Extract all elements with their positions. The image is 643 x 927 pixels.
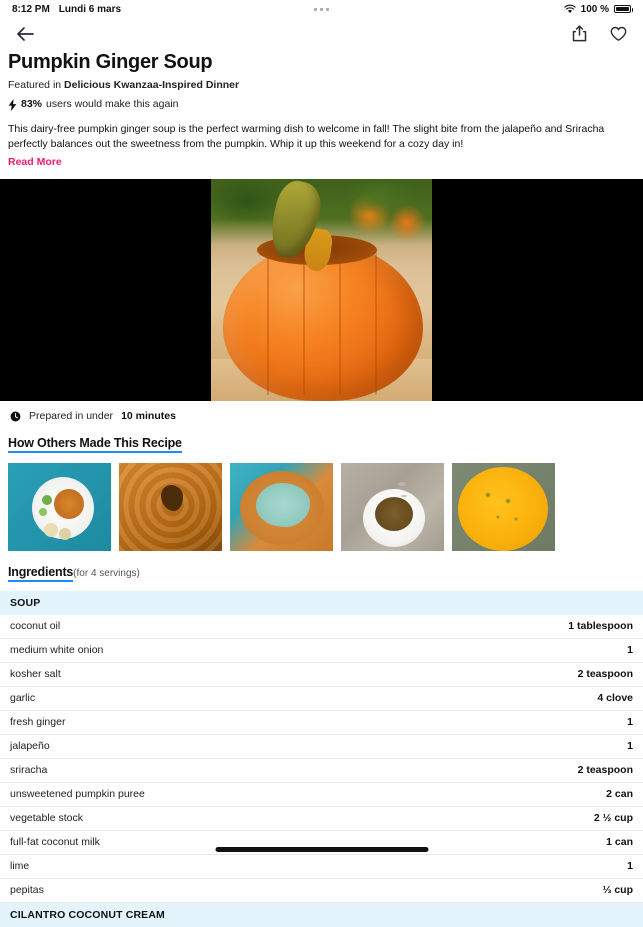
rating-row: 83% users would make this again bbox=[8, 98, 635, 111]
ingredient-row[interactable]: medium white onion 1 bbox=[0, 639, 643, 663]
read-more-link[interactable]: Read More bbox=[8, 156, 62, 168]
rating-label: users would make this again bbox=[46, 98, 179, 110]
community-heading: How Others Made This Recipe bbox=[8, 436, 182, 453]
recipe-header: Pumpkin Ginger Soup Featured in Deliciou… bbox=[0, 50, 643, 170]
servings-label: (for 4 servings) bbox=[73, 568, 140, 579]
ingredient-name: fresh ginger bbox=[10, 716, 66, 728]
ingredient-row[interactable]: lime 1 bbox=[0, 855, 643, 879]
rating-percent: 83% bbox=[21, 98, 43, 110]
prep-time-prefix: Prepared in under bbox=[29, 410, 114, 422]
lightning-bolt-icon bbox=[8, 98, 17, 111]
battery-full-icon bbox=[614, 5, 633, 13]
ingredients-heading: Ingredients bbox=[8, 565, 73, 582]
featured-prefix: Featured in bbox=[8, 79, 65, 91]
ingredient-row[interactable]: sriracha 2 teaspoon bbox=[0, 759, 643, 783]
favorite-button[interactable] bbox=[607, 23, 629, 45]
ingredient-amount: 1 bbox=[627, 740, 633, 752]
wifi-icon bbox=[563, 4, 576, 14]
ingredient-amount: ⅓ cup bbox=[602, 884, 633, 896]
back-button[interactable] bbox=[14, 23, 36, 45]
hero-image bbox=[211, 179, 432, 401]
status-bar-right: 100 % bbox=[563, 3, 633, 15]
ingredient-amount: 1 can bbox=[606, 836, 633, 848]
prep-time-row: Prepared in under 10 minutes bbox=[0, 401, 643, 422]
user-photo-1[interactable] bbox=[8, 463, 111, 551]
status-bar-left: 8:12 PM Lundi 6 mars bbox=[12, 4, 121, 15]
ingredient-amount: 1 bbox=[627, 716, 633, 728]
ingredient-amount: 1 tablespoon bbox=[568, 620, 633, 632]
prep-time-value: 10 minutes bbox=[121, 410, 176, 422]
ingredient-row[interactable]: pepitas ⅓ cup bbox=[0, 879, 643, 903]
ingredient-row[interactable]: vegetable stock 2 ½ cup bbox=[0, 807, 643, 831]
ingredient-amount: 1 bbox=[627, 644, 633, 656]
user-photo-4[interactable] bbox=[341, 463, 444, 551]
ingredient-amount: 4 clove bbox=[597, 692, 633, 704]
clock-icon bbox=[10, 411, 21, 421]
ingredient-name: vegetable stock bbox=[10, 812, 83, 824]
ingredient-name: medium white onion bbox=[10, 644, 104, 656]
battery-percent: 100 % bbox=[580, 3, 609, 15]
ingredient-amount: 1 bbox=[627, 860, 633, 872]
ingredient-name: garlic bbox=[10, 692, 36, 704]
ingredient-name: jalapeño bbox=[10, 740, 50, 752]
ingredient-amount: 2 can bbox=[606, 788, 633, 800]
recipe-description: This dairy-free pumpkin ginger soup is t… bbox=[8, 123, 605, 150]
community-section: How Others Made This Recipe bbox=[0, 422, 643, 551]
ingredient-name: coconut oil bbox=[10, 620, 61, 632]
hero-video-player[interactable] bbox=[0, 179, 643, 401]
status-date: Lundi 6 mars bbox=[58, 3, 122, 15]
ingredients-table: SOUP coconut oil 1 tablespoon medium white … bbox=[0, 591, 643, 927]
ingredient-row[interactable]: jalapeño 1 bbox=[0, 735, 643, 759]
page-title: Pumpkin Ginger Soup bbox=[8, 51, 213, 73]
home-indicator[interactable] bbox=[215, 847, 428, 852]
arrow-left-icon bbox=[17, 26, 34, 41]
heart-outline-icon bbox=[610, 26, 626, 41]
ingredients-section: Ingredients (for 4 servings) SOUP coconut… bbox=[0, 565, 643, 927]
navigation-actions bbox=[568, 23, 629, 45]
ingredient-name: full-fat coconut milk bbox=[10, 836, 100, 848]
ingredient-row[interactable]: garlic 4 clove bbox=[0, 687, 643, 711]
ingredient-name: sriracha bbox=[10, 764, 48, 776]
ingredient-name: lime bbox=[10, 860, 30, 872]
status-time: 8:12 PM bbox=[12, 3, 50, 15]
status-bar: 8:12 PM Lundi 6 mars 100 % bbox=[0, 0, 643, 18]
ingredient-row[interactable]: kosher salt 2 teaspoon bbox=[0, 663, 643, 687]
ingredient-row[interactable]: coconut oil 1 tablespoon bbox=[0, 615, 643, 639]
featured-in: Featured in Delicious Kwanzaa-Inspired D… bbox=[8, 79, 635, 92]
ingredients-heading-row: Ingredients (for 4 servings) bbox=[8, 565, 643, 582]
ingredient-name: unsweetened pumpkin puree bbox=[10, 788, 145, 800]
ingredient-row[interactable]: fresh ginger 1 bbox=[0, 711, 643, 735]
featured-collection-link[interactable]: Delicious Kwanzaa-Inspired Dinner bbox=[64, 79, 239, 91]
ingredient-name: pepitas bbox=[10, 884, 44, 896]
share-icon bbox=[572, 25, 586, 42]
ingredient-amount: 2 teaspoon bbox=[577, 764, 633, 776]
user-photo-3[interactable] bbox=[230, 463, 333, 551]
user-photo-2[interactable] bbox=[119, 463, 222, 551]
ingredient-name: kosher salt bbox=[10, 668, 61, 680]
navigation-bar bbox=[0, 18, 643, 49]
share-button[interactable] bbox=[568, 23, 590, 45]
ingredient-section-header: CILANTRO COCONUT CREAM bbox=[0, 903, 643, 927]
user-photo-5[interactable] bbox=[452, 463, 555, 551]
community-thumbnail-strip[interactable] bbox=[0, 453, 643, 551]
ingredient-amount: 2 ½ cup bbox=[593, 812, 633, 824]
three-dots-icon bbox=[314, 7, 329, 11]
ingredient-row[interactable]: unsweetened pumpkin puree 2 can bbox=[0, 783, 643, 807]
ingredient-amount: 2 teaspoon bbox=[577, 668, 633, 680]
ingredient-section-header: SOUP bbox=[0, 591, 643, 615]
